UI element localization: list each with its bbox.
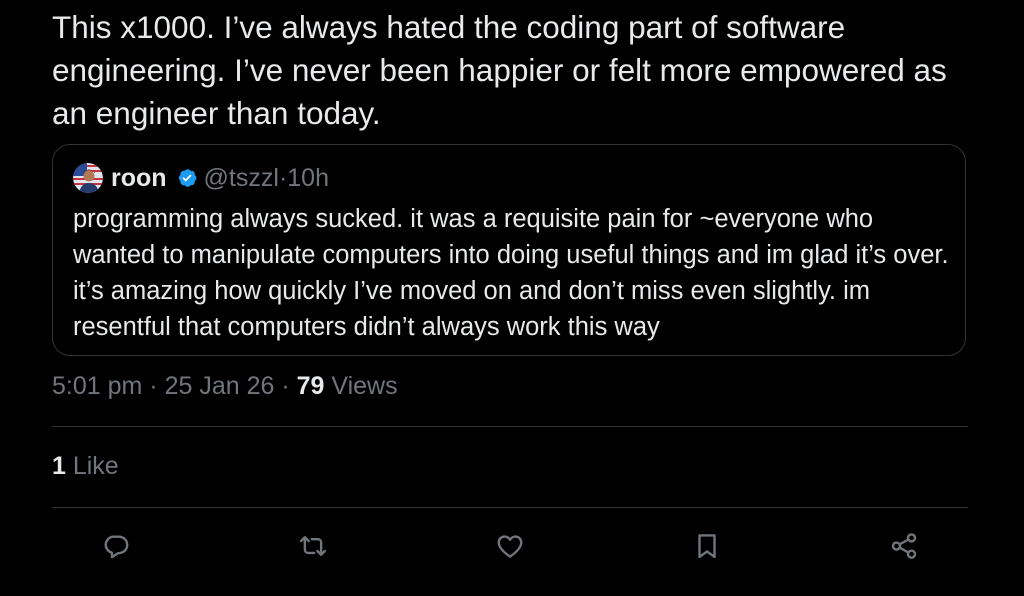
quoted-post[interactable]: roon @tszzl · 10h programming always suc… bbox=[52, 144, 966, 356]
views-label: Views bbox=[324, 372, 398, 400]
quoted-post-text: programming always sucked. it was a requ… bbox=[73, 205, 949, 341]
avatar[interactable] bbox=[73, 163, 103, 193]
retweet-icon bbox=[299, 536, 327, 556]
post-metadata: 5:01 pm · 25 Jan 26 · 79 Views bbox=[52, 372, 398, 401]
quoted-author-name[interactable]: roon bbox=[111, 164, 167, 193]
views-count: 79 bbox=[296, 372, 325, 400]
share-icon bbox=[891, 533, 917, 559]
like-button[interactable] bbox=[490, 526, 530, 566]
likes-count: 1 bbox=[52, 452, 66, 480]
post-text: This x1000. I’ve always hated the coding… bbox=[52, 9, 947, 131]
meta-separator: · bbox=[142, 372, 165, 400]
reply-button[interactable] bbox=[96, 526, 136, 566]
quoted-post-header: roon @tszzl · 10h bbox=[73, 161, 329, 195]
divider bbox=[52, 426, 968, 427]
post-time[interactable]: 5:01 pm bbox=[52, 372, 142, 401]
retweet-button[interactable] bbox=[293, 526, 333, 566]
divider bbox=[52, 507, 968, 508]
reply-icon bbox=[104, 535, 129, 559]
bookmark-icon bbox=[698, 534, 716, 559]
bookmark-button[interactable] bbox=[687, 526, 727, 566]
like-icon bbox=[497, 535, 523, 558]
meta-separator: · bbox=[274, 372, 297, 400]
share-button[interactable] bbox=[884, 526, 924, 566]
quoted-post-age[interactable]: 10h bbox=[287, 164, 329, 193]
post-date[interactable]: 25 Jan 26 bbox=[165, 372, 275, 401]
likes-summary[interactable]: 1 Like bbox=[52, 452, 119, 481]
likes-label: Like bbox=[65, 452, 119, 480]
quoted-author-handle[interactable]: @tszzl bbox=[204, 164, 279, 193]
verified-badge-icon bbox=[176, 167, 198, 189]
meta-separator: · bbox=[278, 163, 288, 192]
